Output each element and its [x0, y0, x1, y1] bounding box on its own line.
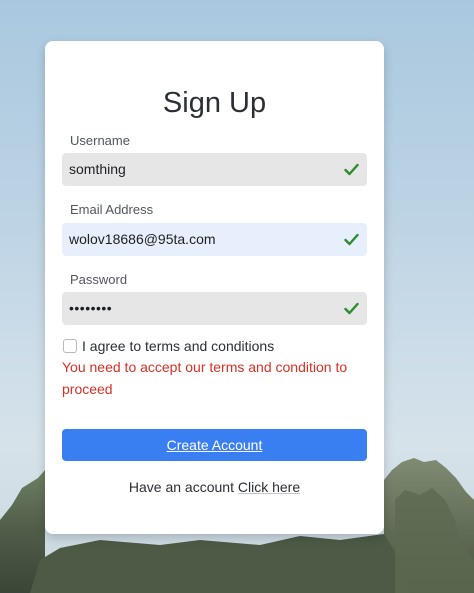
check-icon — [344, 302, 359, 315]
username-value: somthing — [69, 161, 126, 177]
create-account-button[interactable]: Create Account — [62, 429, 367, 461]
terms-label[interactable]: I agree to terms and conditions — [82, 337, 274, 355]
username-label: Username — [70, 133, 130, 148]
terms-checkbox[interactable] — [63, 339, 77, 353]
password-field[interactable]: •••••••• — [62, 292, 367, 325]
page-title: Sign Up — [162, 87, 267, 119]
login-prompt-text: Have an account — [128, 479, 234, 495]
username-field[interactable]: somthing — [62, 153, 367, 186]
email-value: wolov18686@95ta.com — [69, 231, 216, 247]
check-icon — [344, 163, 359, 176]
password-label: Password — [70, 272, 128, 287]
signup-card: Sign Up Username somthing Email Address … — [45, 41, 384, 534]
email-label: Email Address — [70, 202, 154, 217]
password-value: •••••••• — [69, 300, 113, 316]
email-field[interactable]: wolov18686@95ta.com — [62, 223, 367, 256]
login-link[interactable]: Click here — [238, 479, 300, 495]
check-icon — [344, 233, 359, 246]
terms-error-message: You need to accept our terms and conditi… — [62, 359, 348, 397]
login-prompt: Have an account Click here — [45, 478, 384, 496]
